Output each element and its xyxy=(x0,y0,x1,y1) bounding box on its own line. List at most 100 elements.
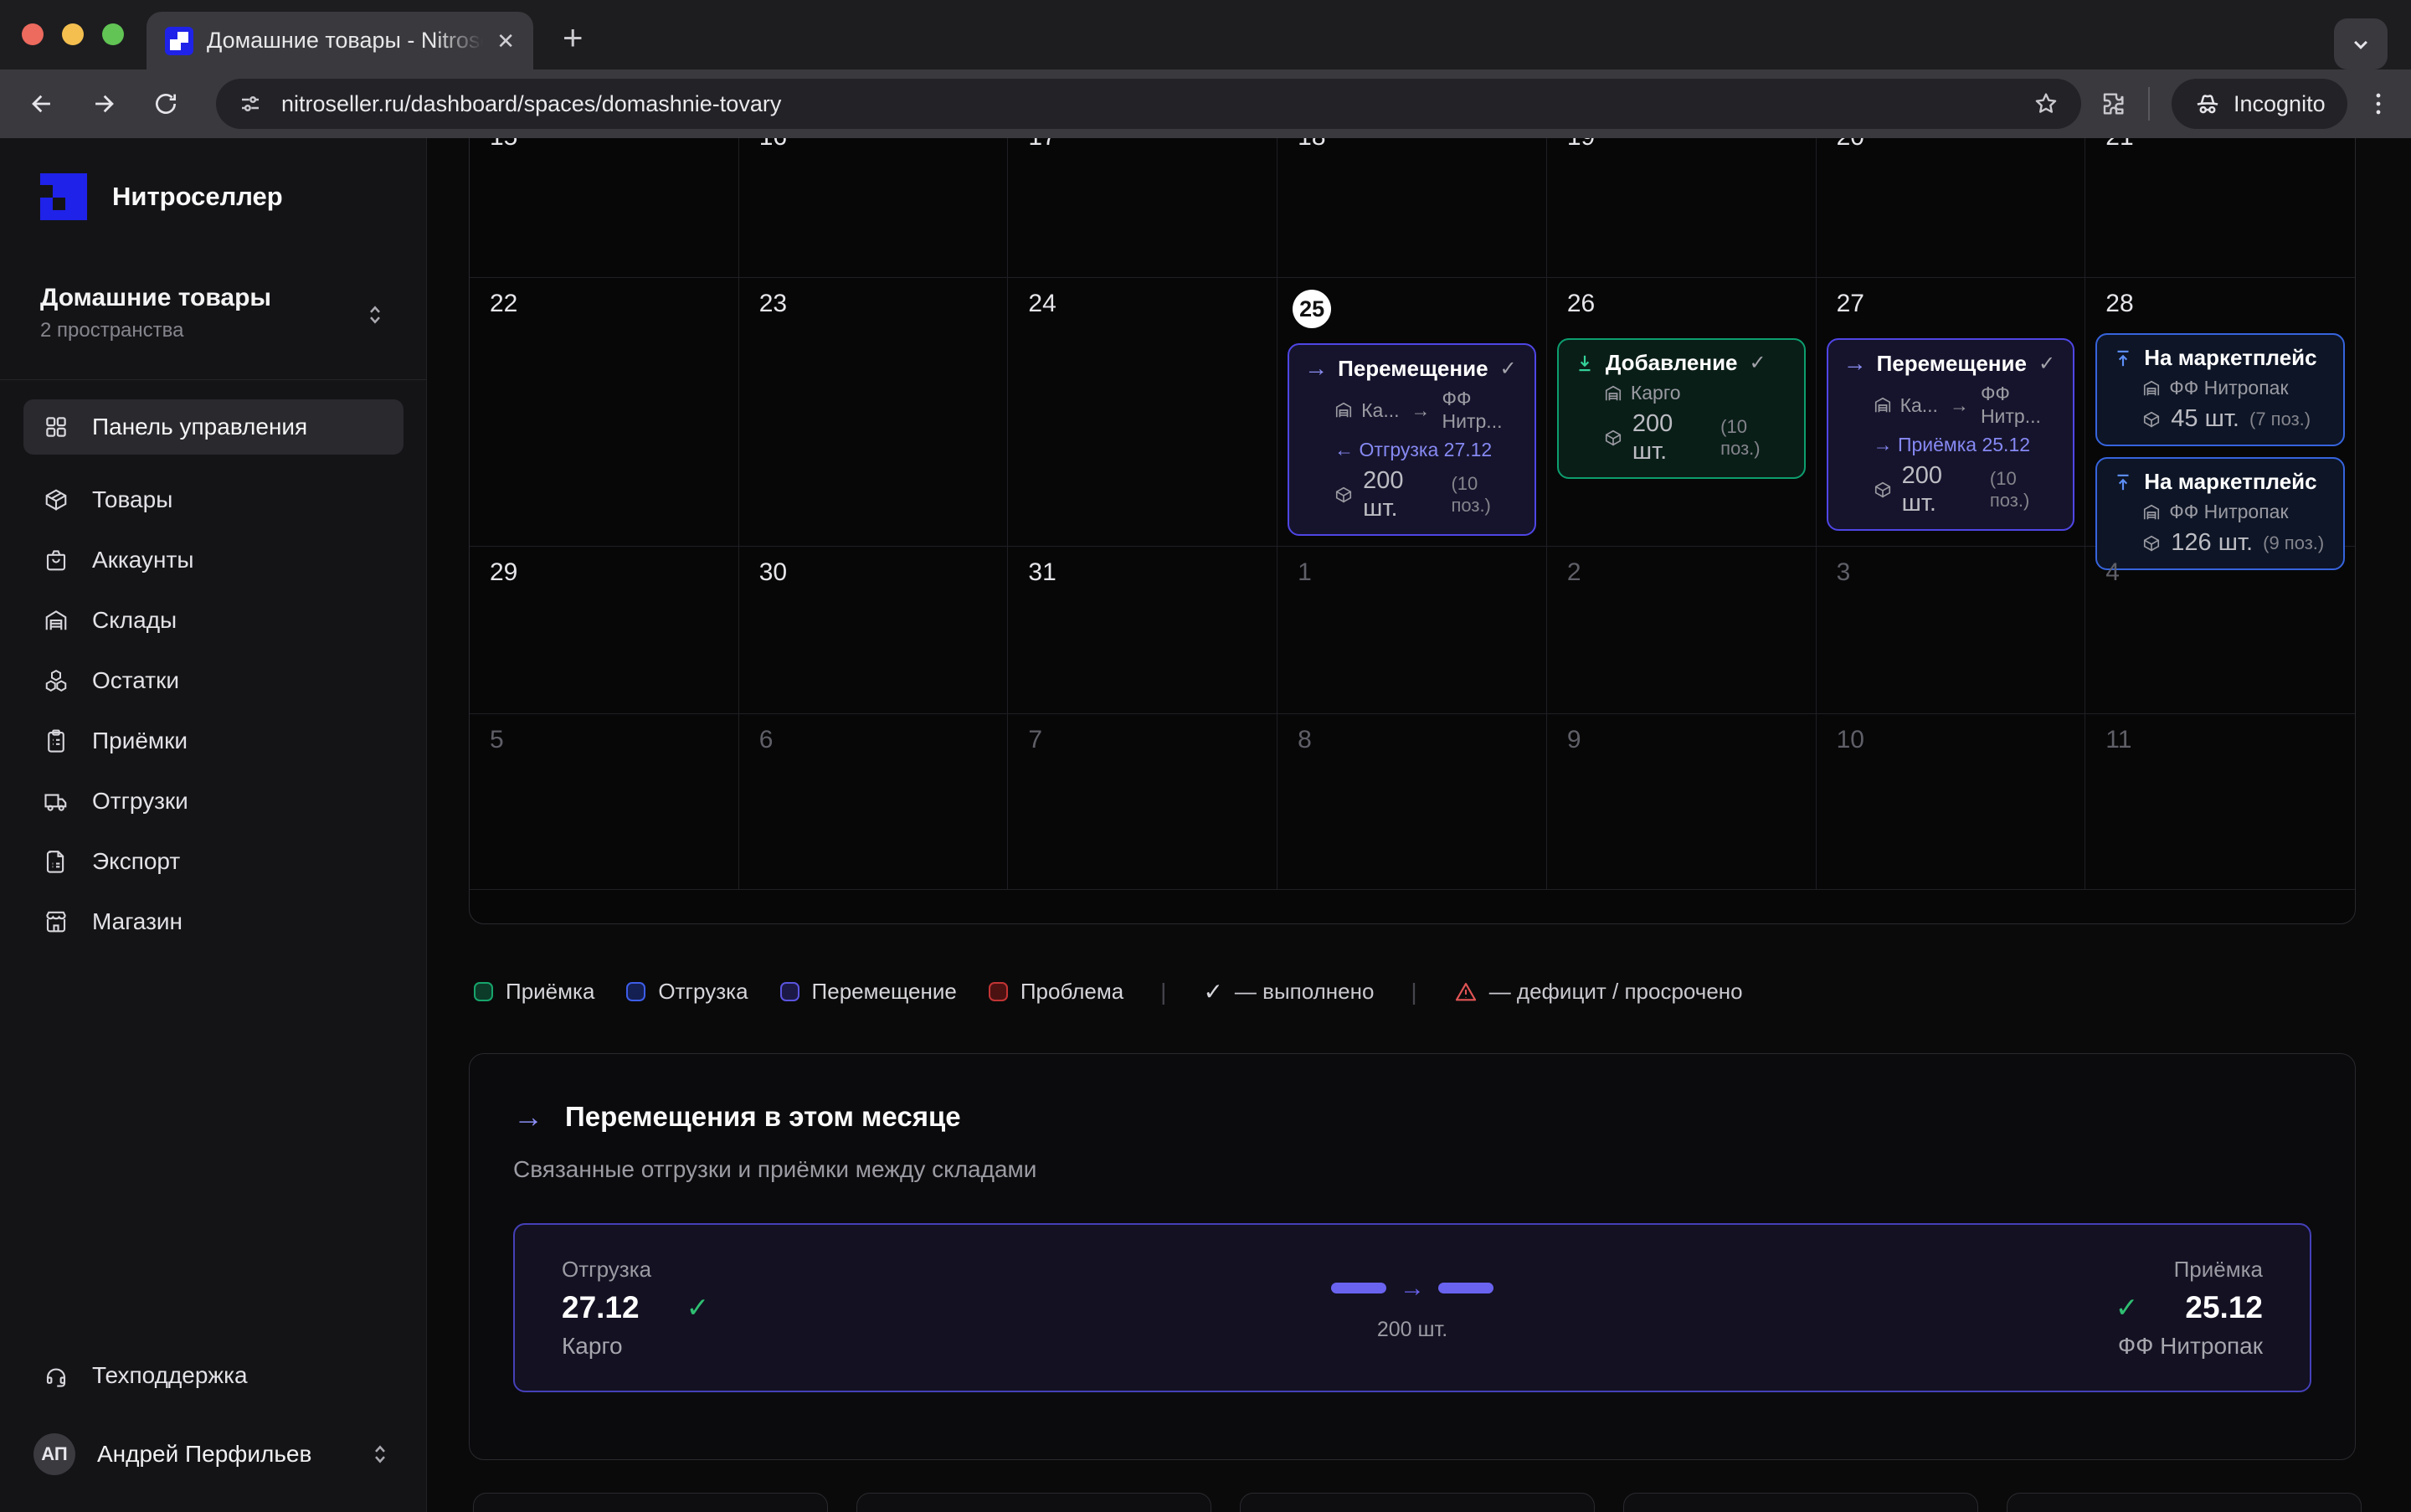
document-icon xyxy=(44,849,69,874)
event-route: Ка... → ФФ Нитр... xyxy=(1874,383,2059,428)
url-text: nitroseller.ru/dashboard/spaces/domashni… xyxy=(281,91,2014,117)
calendar-day-cell[interactable]: 2 xyxy=(1547,547,1817,714)
reload-button[interactable] xyxy=(142,80,189,127)
sidebar-item-warehouses[interactable]: Склады xyxy=(23,590,403,651)
calendar-day-cell[interactable]: 29 xyxy=(470,547,739,714)
legend-shipment: Отгрузка xyxy=(626,979,748,1005)
legend-receiving: Приёмка xyxy=(474,979,594,1005)
arrow-right-icon: → xyxy=(513,1099,543,1134)
calendar-day-cell[interactable]: 9 xyxy=(1547,714,1817,890)
sidebar-item-products[interactable]: Товары xyxy=(23,470,403,530)
check-icon: ✓ xyxy=(686,1291,710,1324)
calendar-day-cell[interactable]: 26 Добавление✓ Карго xyxy=(1547,278,1817,547)
calendar-day-cell[interactable]: 23 xyxy=(739,278,1009,547)
incognito-badge: Incognito xyxy=(2172,79,2347,129)
today-badge: 25 xyxy=(1293,290,1331,328)
bookmark-star-icon[interactable] xyxy=(2033,90,2059,117)
sidebar-item-export[interactable]: Экспорт xyxy=(23,831,403,892)
event-shipment-marketplace[interactable]: На маркетплейс ФФ Нитропак 45 шт. (7 поз… xyxy=(2095,333,2345,446)
calendar-day-cell[interactable]: 11 xyxy=(2085,714,2355,890)
shopping-bag-icon xyxy=(44,548,69,573)
space-selector[interactable]: Домашние товары 2 пространства xyxy=(23,280,403,357)
calendar-day-cell[interactable]: 7 xyxy=(1008,714,1277,890)
event-transfer-out[interactable]: →Перемещение✓ Ка... → ФФ Нитр... ← Отгру… xyxy=(1288,343,1536,536)
forward-button[interactable] xyxy=(80,80,127,127)
chevrons-up-down-icon xyxy=(368,1442,393,1467)
calendar-day-cell[interactable]: 28 На маркетплейс ФФ Нитропак xyxy=(2085,278,2355,547)
event-title: Перемещение xyxy=(1877,351,2027,377)
sidebar-item-stock[interactable]: Остатки xyxy=(23,651,403,711)
event-receiving[interactable]: Добавление✓ Карго 200 шт. (10 поз.) xyxy=(1557,338,1806,479)
truck-icon xyxy=(44,789,69,814)
brand-logo xyxy=(40,173,87,220)
transfer-link-card[interactable]: Отгрузка 27.12✓ Карго → 200 шт. Приёмка … xyxy=(513,1223,2311,1392)
browser-menu-kebab-icon[interactable] xyxy=(2364,90,2393,118)
clipboard-icon xyxy=(44,728,69,753)
storefront-icon xyxy=(44,909,69,934)
box-icon xyxy=(1874,481,1892,499)
legend-done: ✓— выполнено xyxy=(1203,978,1374,1005)
shipment-color-chip xyxy=(626,982,645,1001)
maximize-window-button[interactable] xyxy=(102,23,124,45)
tab-search-button[interactable] xyxy=(2334,18,2388,69)
sidebar-item-dashboard[interactable]: Панель управления xyxy=(23,399,404,455)
incognito-icon xyxy=(2193,90,2222,118)
arrow-up-from-line-icon xyxy=(2112,471,2134,493)
calendar-day-cell[interactable]: 22 xyxy=(470,278,739,547)
url-bar[interactable]: nitroseller.ru/dashboard/spaces/domashni… xyxy=(216,79,2081,129)
calendar-day-cell[interactable]: 30 xyxy=(739,547,1009,714)
tab-close-icon[interactable]: ✕ xyxy=(496,30,515,52)
tab-title: Домашние товары - Nitrosel xyxy=(207,28,483,54)
arrow-right-icon: → xyxy=(1304,355,1328,382)
arrow-right-icon: → xyxy=(1400,1274,1425,1303)
calendar-day-cell[interactable]: 8 xyxy=(1277,714,1547,890)
event-quantity: 200 шт. (10 поз.) xyxy=(1874,462,2059,517)
sidebar-item-shipments[interactable]: Отгрузки xyxy=(23,771,403,831)
stat-card xyxy=(2007,1493,2362,1512)
calendar-day-cell[interactable]: 10 xyxy=(1817,714,2086,890)
event-transfer-in[interactable]: →Перемещение✓ Ка... → ФФ Нитр... → Приём… xyxy=(1827,338,2075,531)
warehouse-icon xyxy=(1604,384,1622,403)
calendar-day-cell[interactable]: 5 xyxy=(470,714,739,890)
browser-toolbar: nitroseller.ru/dashboard/spaces/domashni… xyxy=(0,69,2411,138)
calendar-day-cell[interactable]: 31 xyxy=(1008,547,1277,714)
warehouse-icon xyxy=(2142,379,2161,398)
calendar-day-cell[interactable]: 3 xyxy=(1817,547,2086,714)
window-controls[interactable] xyxy=(22,23,124,45)
site-favicon xyxy=(165,27,193,55)
linked-receiving-link[interactable]: → Приёмка 25.12 xyxy=(1874,434,2059,456)
calendar-day-cell[interactable]: 4 xyxy=(2085,547,2355,714)
legend-deficit: — дефицит / просрочено xyxy=(1454,979,1743,1005)
new-tab-button[interactable]: + xyxy=(563,20,583,55)
close-window-button[interactable] xyxy=(22,23,44,45)
minimize-window-button[interactable] xyxy=(62,23,84,45)
back-button[interactable] xyxy=(18,80,65,127)
arrow-up-from-line-icon xyxy=(2112,347,2134,369)
event-quantity: 200 шт. (10 поз.) xyxy=(1334,467,1519,522)
sidebar-item-receivings[interactable]: Приёмки xyxy=(23,711,403,771)
calendar-day-cell[interactable]: 6 xyxy=(739,714,1009,890)
calendar-panel: 15 16 17 18 19 20 21 22 23 24 25 →Переме… xyxy=(469,50,2356,924)
chevron-down-icon xyxy=(2348,32,2373,57)
toolbar-divider xyxy=(2148,87,2150,121)
sidebar-item-accounts[interactable]: Аккаунты xyxy=(23,530,403,590)
event-title: На маркетплейс xyxy=(2144,469,2316,495)
stat-card xyxy=(473,1493,828,1512)
warning-triangle-icon xyxy=(1454,980,1478,1004)
calendar-day-cell[interactable]: 27 →Перемещение✓ Ка... → ФФ Нитр... → Пр… xyxy=(1817,278,2086,547)
calendar-day-cell[interactable]: 24 xyxy=(1008,278,1277,547)
transfer-flow: → 200 шт. xyxy=(1331,1274,1493,1342)
user-menu[interactable]: АП Андрей Перфильев xyxy=(23,1421,403,1488)
transfer-in-block: Приёмка ✓25.12 ФФ Нитропак xyxy=(2115,1257,2263,1360)
calendar-day-cell-today[interactable]: 25 →Перемещение✓ Ка... → ФФ Нитр... ← От… xyxy=(1277,278,1547,547)
extensions-puzzle-icon[interactable] xyxy=(2100,90,2126,117)
calendar-day-cell[interactable]: 1 xyxy=(1277,547,1547,714)
linked-shipment-link[interactable]: ← Отгрузка 27.12 xyxy=(1334,439,1519,461)
stat-card xyxy=(1623,1493,1978,1512)
transfers-subtitle: Связанные отгрузки и приёмки между склад… xyxy=(513,1156,2311,1183)
in-date: 25.12 xyxy=(2185,1290,2263,1325)
browser-tab[interactable]: Домашние товары - Nitrosel ✕ xyxy=(147,12,533,69)
sidebar-item-support[interactable]: Техподдержка xyxy=(23,1345,403,1406)
sidebar-item-shop[interactable]: Магазин xyxy=(23,892,403,952)
event-quantity: 45 шт. (7 поз.) xyxy=(2142,405,2328,433)
